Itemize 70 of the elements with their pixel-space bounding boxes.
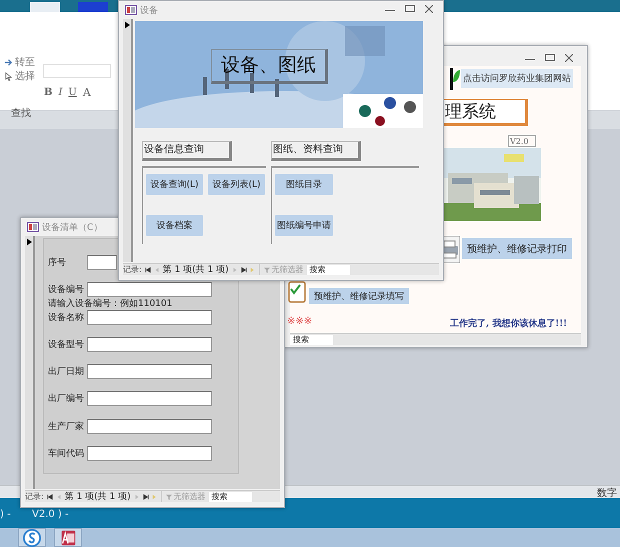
font-field[interactable] bbox=[43, 64, 111, 78]
cursor-icon bbox=[4, 72, 13, 80]
pointer-icon bbox=[27, 238, 32, 246]
input-field[interactable] bbox=[87, 255, 117, 270]
database-app-icon bbox=[59, 528, 77, 546]
marks-text: ※※※ bbox=[287, 316, 312, 327]
taskbar-app[interactable] bbox=[18, 528, 46, 547]
window-title: 设备清单（C） bbox=[42, 222, 102, 234]
funnel-icon bbox=[264, 266, 270, 272]
first-record-icon[interactable] bbox=[144, 266, 151, 272]
search-field[interactable]: 搜索 bbox=[306, 264, 350, 274]
message-text: 工作完了, 我想你该休息了!!! bbox=[450, 317, 568, 330]
form-icon bbox=[27, 222, 39, 232]
close-icon[interactable] bbox=[425, 5, 433, 13]
print-button[interactable]: 预维护、维修记录打印 bbox=[462, 238, 572, 259]
caption-text: V2.0 ) - bbox=[32, 509, 69, 520]
close-icon[interactable] bbox=[565, 54, 573, 62]
field-label: 序号 bbox=[48, 256, 67, 270]
ribbon-command[interactable]: 选择 bbox=[4, 70, 35, 82]
format-button[interactable]: B bbox=[44, 86, 52, 99]
input-field[interactable] bbox=[87, 364, 212, 380]
window-title: 设备 bbox=[140, 4, 158, 16]
format-button[interactable]: A bbox=[82, 86, 91, 99]
last-record-icon[interactable] bbox=[240, 266, 247, 272]
fill-button[interactable]: 预维护、维修记录填写 bbox=[309, 288, 409, 304]
query-button[interactable]: 图纸编号申请 bbox=[275, 215, 333, 236]
query-button[interactable]: 设备查询(L) bbox=[146, 174, 203, 195]
version-field: V2.0 bbox=[508, 135, 536, 147]
field-label: 设备编号 bbox=[48, 284, 85, 296]
nav-label: 记录: bbox=[25, 491, 44, 502]
group-label: 查找 bbox=[11, 106, 31, 120]
format-button[interactable]: I bbox=[58, 86, 62, 99]
taskbar-app[interactable] bbox=[54, 528, 82, 547]
field-label: 设备名称 bbox=[48, 312, 85, 324]
input-field[interactable] bbox=[87, 418, 212, 434]
nav-label: 记录: bbox=[123, 264, 142, 275]
form-icon bbox=[125, 5, 137, 15]
status-text: 数字 bbox=[597, 486, 617, 500]
restore-icon[interactable] bbox=[545, 54, 555, 61]
input-field[interactable] bbox=[87, 310, 212, 325]
first-record-icon[interactable] bbox=[46, 494, 53, 500]
banner-title: 设备、图纸 bbox=[211, 49, 328, 84]
query-button[interactable]: 图纸目录 bbox=[275, 174, 333, 195]
field-label: 车间代码 bbox=[48, 448, 85, 460]
search-field[interactable]: 搜索 bbox=[290, 334, 333, 344]
restore-icon[interactable] bbox=[405, 5, 415, 12]
arrow-icon bbox=[4, 58, 13, 66]
record-position: 第 1 项(共 1 项) bbox=[162, 264, 229, 275]
field-label: 出厂编号 bbox=[48, 392, 85, 406]
search-field[interactable]: 搜索 bbox=[208, 492, 252, 502]
hint-text: 请输入设备编号：例如110101 bbox=[48, 298, 174, 308]
field-label: 设备型号 bbox=[48, 338, 85, 351]
query-button[interactable]: 设备档案 bbox=[146, 215, 203, 236]
input-field[interactable] bbox=[87, 336, 212, 352]
s-circle-icon bbox=[23, 528, 41, 546]
caption-text: ) - bbox=[0, 509, 11, 520]
website-link[interactable]: 点击访问罗欣药业集团网站 bbox=[461, 69, 573, 88]
format-button[interactable]: U bbox=[68, 86, 77, 99]
pointer-icon bbox=[125, 21, 130, 29]
input-field[interactable] bbox=[87, 282, 212, 298]
ribbon-command[interactable]: 转至 bbox=[4, 56, 35, 68]
section-heading: 图纸、资料查询 bbox=[271, 141, 361, 161]
last-record-icon[interactable] bbox=[142, 494, 149, 500]
field-label: 出厂日期 bbox=[48, 366, 85, 378]
section-heading: 设备信息查询 bbox=[142, 141, 232, 161]
record-position: 第 1 项(共 1 项) bbox=[64, 491, 131, 502]
input-field[interactable] bbox=[87, 446, 212, 461]
query-button[interactable]: 设备列表(L) bbox=[208, 174, 265, 195]
field-label: 生产厂家 bbox=[48, 420, 85, 433]
input-field[interactable] bbox=[87, 391, 212, 406]
